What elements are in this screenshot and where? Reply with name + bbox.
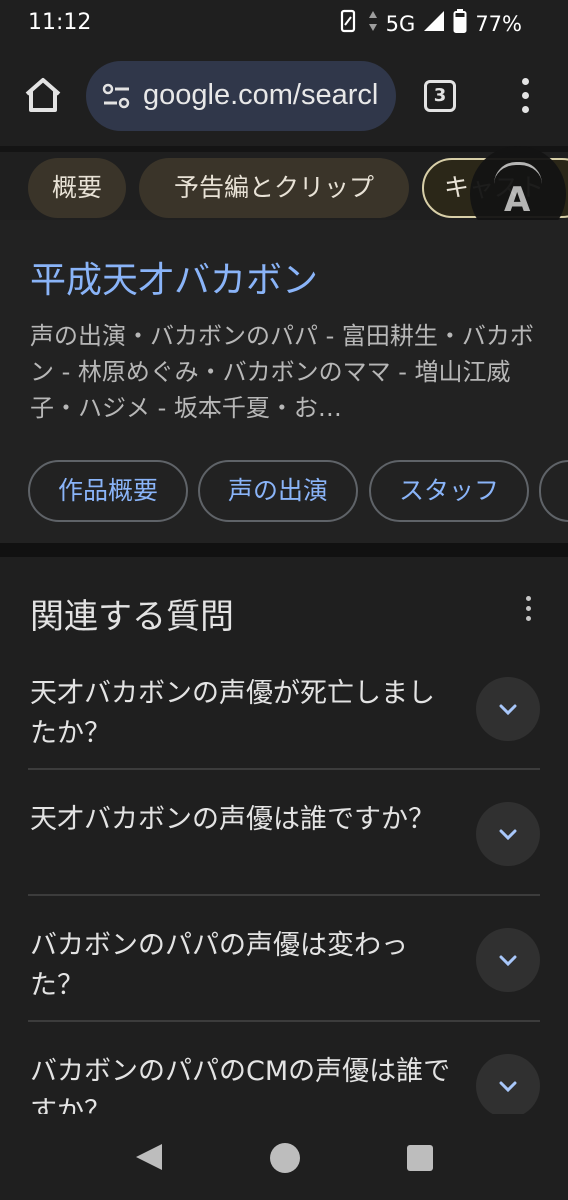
section-divider [0,543,568,557]
status-time: 11:12 [28,10,92,35]
more-vert-icon[interactable] [508,74,542,118]
battery-percent: 77% [475,11,522,36]
divider [28,768,540,770]
chevron-down-icon[interactable] [476,677,540,741]
text-size-letter: A [504,180,531,220]
chevron-down-icon[interactable] [476,1054,540,1118]
network-label: 5G [385,11,416,36]
related-question-text[interactable]: 天才バカボンの声優は誰ですか？ [30,800,460,840]
search-results-page: 概要 予告編とクリップ キャスト A 平成天才バカボン 声の出演・バカボンのパパ… [0,146,568,1130]
knowledge-panel-description: 声の出演・バカボンのパパ - 富田耕生・バカボン - 林原めぐみ・バカボンのママ… [30,322,534,422]
related-question-item[interactable]: バカボンのパパの声優は変わった？ [28,926,540,1022]
signal-icon [423,10,445,37]
divider [28,894,540,896]
status-icons: 5G 77% [338,9,522,38]
browser-toolbar: google.com/searcl 3 [0,46,568,146]
data-arrows-icon [368,10,378,37]
link-chip-staff[interactable]: スタッフ [369,460,529,522]
more-vert-icon[interactable] [520,594,538,624]
divider [0,146,568,152]
vibrate-icon [338,9,360,38]
tabs-icon[interactable]: 3 [424,80,456,112]
url-bar[interactable]: google.com/searcl [86,61,396,131]
related-question-text[interactable]: バカボンのパパの声優は変わった？ [30,926,460,1006]
chip-trailers[interactable]: 予告編とクリップ [139,158,409,218]
related-question-item[interactable]: 天才バカボンの声優は誰ですか？ [28,800,540,896]
url-text[interactable]: google.com/searcl [143,79,378,112]
chip-overview[interactable]: 概要 [28,158,126,218]
divider [28,1020,540,1022]
system-nav-bar [0,1114,568,1200]
status-bar: 11:12 5G 77% [0,0,568,46]
battery-icon [453,9,467,38]
related-questions-title: 関連する質問 [30,597,234,637]
home-nav-icon[interactable] [270,1143,300,1173]
back-icon[interactable] [134,1142,164,1176]
related-question-text[interactable]: 天才バカボンの声優が死亡しましたか？ [30,674,460,754]
tune-icon[interactable] [102,83,132,109]
link-chip-cast[interactable]: 声の出演 [198,460,358,522]
link-chip-overview[interactable]: 作品概要 [28,460,188,522]
recents-icon[interactable] [407,1145,433,1171]
home-icon[interactable] [22,74,64,116]
chevron-down-icon[interactable] [476,802,540,866]
chevron-down-icon[interactable] [476,928,540,992]
knowledge-panel-title[interactable]: 平成天才バカボン [30,251,318,303]
related-question-item[interactable]: 天才バカボンの声優が死亡しましたか？ [28,674,540,770]
